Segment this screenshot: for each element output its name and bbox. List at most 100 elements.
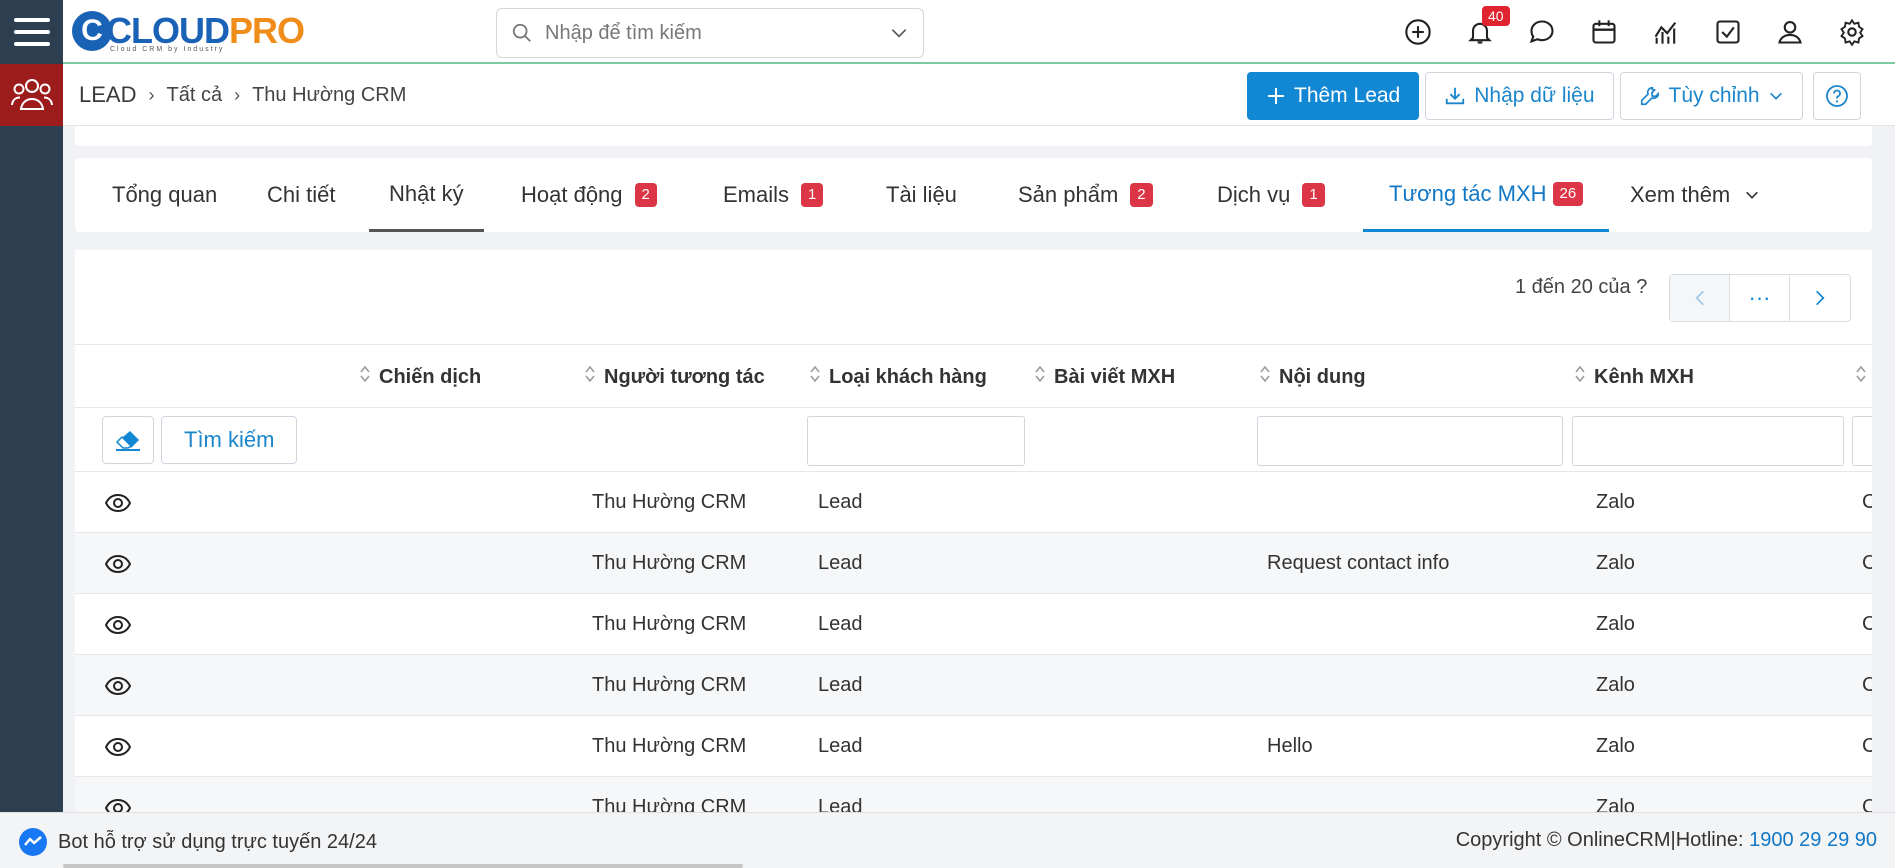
logo-tagline: Cloud CRM by Industry — [110, 46, 225, 53]
filter-content-input[interactable] — [1257, 416, 1563, 466]
column-header-next[interactable] — [1855, 345, 1872, 409]
header-toolbar: 40 — [1400, 6, 1870, 50]
pagination: ··· — [1669, 274, 1851, 322]
task-check-icon[interactable] — [1710, 14, 1746, 50]
tab-overview[interactable]: Tổng quan — [112, 158, 217, 232]
logo[interactable]: C CLOUDPRO Cloud CRM by Industry — [72, 6, 305, 56]
tab-details[interactable]: Chi tiết — [267, 158, 335, 232]
view-eye-icon[interactable] — [105, 533, 131, 594]
calendar-icon[interactable] — [1586, 14, 1622, 50]
import-data-button[interactable]: Nhập dữ liệu — [1425, 72, 1614, 120]
breadcrumb-record: Thu Hường CRM — [252, 83, 407, 106]
breadcrumb-all[interactable]: Tất cả — [166, 84, 222, 107]
chevron-left-icon — [1694, 290, 1704, 306]
filter-customer-type-input[interactable] — [807, 416, 1025, 466]
view-eye-icon[interactable] — [105, 594, 131, 655]
next-page-button[interactable] — [1790, 275, 1850, 321]
table-row[interactable]: Thu Hường CRM Lead Zalo C — [75, 655, 1872, 716]
sort-icon — [1574, 364, 1586, 390]
tab-documents[interactable]: Tài liệu — [886, 158, 957, 232]
table-row[interactable]: Thu Hường CRM Lead Hello Zalo C — [75, 716, 1872, 777]
prev-page-button[interactable] — [1670, 275, 1730, 321]
add-lead-button[interactable]: Thêm Lead — [1247, 72, 1420, 120]
clear-filter-button[interactable] — [102, 416, 154, 464]
breadcrumb-module[interactable]: LEAD — [79, 82, 136, 108]
add-icon[interactable] — [1400, 14, 1436, 50]
record-tabs: Tổng quan Chi tiết Nhật ký Hoạt động 2 Em… — [75, 158, 1872, 232]
chevron-down-icon[interactable] — [889, 23, 909, 43]
top-header: C CLOUDPRO Cloud CRM by Industry 40 — [0, 0, 1895, 64]
sort-icon — [1034, 364, 1046, 390]
table-header: Chiến dịch Người tương tác Loại khách hà… — [75, 344, 1872, 408]
tab-emails[interactable]: Emails 1 — [723, 158, 824, 232]
sort-icon — [1855, 364, 1867, 390]
view-eye-icon[interactable] — [105, 777, 131, 812]
cloud-logo-icon: C — [72, 11, 112, 51]
tab-activities[interactable]: Hoạt động 2 — [521, 158, 657, 232]
copyright: Copyright © OnlineCRM|Hotline: 1900 29 2… — [1455, 829, 1877, 851]
footer: Bot hỗ trợ sử dụng trực tuyến 24/24 Copy… — [0, 812, 1895, 868]
report-chart-icon[interactable] — [1648, 14, 1684, 50]
total-count-unknown[interactable]: ? — [1636, 276, 1647, 298]
breadcrumb-bar: LEAD › Tất cả › Thu Hường CRM Thêm Lead … — [63, 64, 1895, 126]
column-header-customer-type[interactable]: Loại khách hàng — [809, 345, 987, 409]
support-bot-link[interactable]: Bot hỗ trợ sử dụng trực tuyến 24/24 — [18, 827, 377, 857]
tab-log[interactable]: Nhật ký — [369, 158, 484, 232]
lead-module-button[interactable] — [0, 64, 63, 126]
tab-badge: 2 — [1130, 183, 1153, 207]
table-row[interactable]: Thu Hường CRM Lead Zalo C — [75, 472, 1872, 533]
hotline-link[interactable]: 1900 29 29 90 — [1749, 829, 1877, 851]
side-rail — [0, 64, 63, 812]
column-header-person[interactable]: Người tương tác — [584, 345, 765, 409]
column-header-content[interactable]: Nội dung — [1259, 345, 1366, 409]
question-icon — [1825, 85, 1848, 107]
tab-services[interactable]: Dịch vụ 1 — [1217, 158, 1325, 232]
tab-social-interactions[interactable]: Tương tác MXH 26 — [1363, 158, 1610, 232]
global-search[interactable] — [496, 8, 924, 58]
chevron-right-icon: › — [234, 84, 241, 105]
chat-icon[interactable] — [1524, 14, 1560, 50]
table-row[interactable]: Thu Hường CRM Lead Zalo C — [75, 777, 1872, 812]
download-icon — [1446, 87, 1465, 105]
pagination-info: 1 đến 20 của ? — [1515, 276, 1648, 298]
view-eye-icon[interactable] — [105, 472, 131, 533]
tab-badge: 2 — [634, 183, 657, 207]
tab-more[interactable]: Xem thêm — [1630, 158, 1760, 232]
view-eye-icon[interactable] — [105, 655, 131, 716]
users-group-icon — [10, 79, 53, 110]
summary-strip — [75, 126, 1872, 146]
tab-badge: 26 — [1552, 181, 1584, 206]
wrench-icon — [1640, 86, 1659, 106]
chevron-down-icon — [1769, 92, 1782, 100]
table-row[interactable]: Thu Hường CRM Lead Zalo C — [75, 594, 1872, 655]
menu-toggle-button[interactable] — [0, 0, 63, 64]
customize-button[interactable]: Tùy chỉnh — [1619, 72, 1803, 120]
tab-products[interactable]: Sản phẩm 2 — [1018, 158, 1153, 232]
help-button[interactable] — [1812, 72, 1861, 120]
chevron-down-icon — [1746, 191, 1759, 199]
horizontal-scrollbar[interactable] — [63, 864, 743, 868]
view-eye-icon[interactable] — [105, 716, 131, 777]
table-row[interactable]: Thu Hường CRM Lead Request contact info … — [75, 533, 1872, 594]
gear-icon[interactable] — [1834, 14, 1870, 50]
filter-channel-input[interactable] — [1572, 416, 1844, 466]
filter-next-input[interactable] — [1852, 416, 1872, 466]
notification-badge: 40 — [1482, 6, 1510, 26]
messenger-icon — [19, 828, 47, 856]
hamburger-icon — [13, 18, 50, 22]
sort-icon — [359, 364, 371, 390]
more-pages-button[interactable]: ··· — [1730, 275, 1790, 321]
column-header-channel[interactable]: Kênh MXH — [1574, 345, 1694, 409]
column-header-campaign[interactable]: Chiến dịch — [359, 345, 481, 409]
tab-badge: 1 — [801, 183, 824, 207]
column-header-social-post[interactable]: Bài viết MXH — [1034, 345, 1175, 409]
sort-icon — [1259, 364, 1271, 390]
search-input[interactable] — [545, 21, 889, 45]
bell-icon[interactable]: 40 — [1462, 6, 1510, 50]
action-buttons: Thêm Lead Nhập dữ liệu Tùy chỉnh — [1247, 72, 1861, 120]
sort-icon — [809, 364, 821, 390]
user-icon[interactable] — [1772, 14, 1808, 50]
social-interactions-panel: 1 đến 20 của ? ··· Chiến dịch Người tươn… — [75, 250, 1872, 812]
eraser-icon — [115, 431, 140, 451]
table-search-button[interactable]: Tìm kiếm — [161, 416, 298, 464]
